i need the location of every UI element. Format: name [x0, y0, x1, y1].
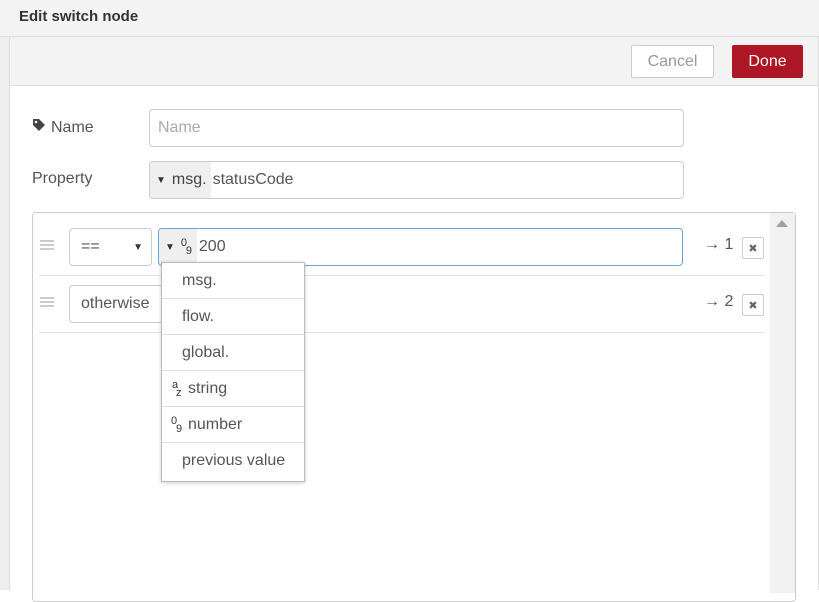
property-value[interactable]: statusCode	[211, 162, 294, 198]
property-type-button[interactable]: ▼ msg.	[150, 162, 211, 198]
menu-item-number[interactable]: 09 number	[162, 407, 304, 443]
rule-value-type-button[interactable]: ▼ 09	[159, 229, 197, 265]
menu-item-msg[interactable]: msg.	[162, 263, 304, 299]
menu-item-string[interactable]: az string	[162, 371, 304, 407]
rule-value[interactable]: 200	[197, 229, 226, 265]
rule-output-label: → 2	[704, 293, 734, 310]
menu-item-global[interactable]: global.	[162, 335, 304, 371]
rule-operator-value: otherwise	[81, 295, 150, 312]
close-icon: ✖	[748, 299, 758, 312]
type-dropdown-menu: msg. flow. global. az string 09 number p…	[161, 262, 305, 482]
close-icon: ✖	[748, 242, 758, 255]
scroll-up-arrow-icon[interactable]	[776, 220, 788, 227]
tag-icon	[32, 118, 46, 137]
caret-down-icon: ▼	[165, 241, 175, 253]
done-button[interactable]: Done	[732, 45, 803, 78]
property-label: Property	[32, 170, 93, 187]
rule-operator-value: ==	[81, 238, 100, 255]
row-divider	[39, 332, 765, 333]
rules-list	[32, 212, 796, 602]
tray-left-edge	[0, 37, 10, 590]
property-typed-input[interactable]: ▼ msg. statusCode	[149, 161, 684, 199]
dialog-title: Edit switch node	[19, 8, 139, 25]
number-icon: 09	[171, 415, 183, 435]
rule-output-label: → 1	[704, 236, 734, 253]
menu-item-previous-value[interactable]: previous value	[162, 443, 304, 479]
rules-scrollbar[interactable]	[770, 213, 795, 593]
caret-down-icon: ▼	[133, 241, 143, 253]
string-icon: az	[172, 379, 182, 399]
number-icon: 09	[180, 237, 193, 257]
property-type-label: msg.	[171, 171, 207, 188]
caret-down-icon: ▼	[156, 174, 166, 186]
delete-rule-button[interactable]: ✖	[742, 237, 764, 259]
cancel-button[interactable]: Cancel	[631, 45, 714, 78]
drag-handle-icon[interactable]	[40, 240, 54, 250]
name-input[interactable]	[149, 109, 684, 147]
name-label: Name	[32, 118, 94, 137]
name-label-text: Name	[51, 118, 94, 136]
drag-handle-icon[interactable]	[40, 297, 54, 307]
rule-operator-select[interactable]: otherwise	[69, 285, 169, 323]
delete-rule-button[interactable]: ✖	[742, 294, 764, 316]
row-divider	[39, 275, 765, 276]
rule-operator-select[interactable]: == ▼	[69, 228, 152, 266]
rule-value-typed-input[interactable]: ▼ 09 200	[158, 228, 683, 266]
menu-item-flow[interactable]: flow.	[162, 299, 304, 335]
